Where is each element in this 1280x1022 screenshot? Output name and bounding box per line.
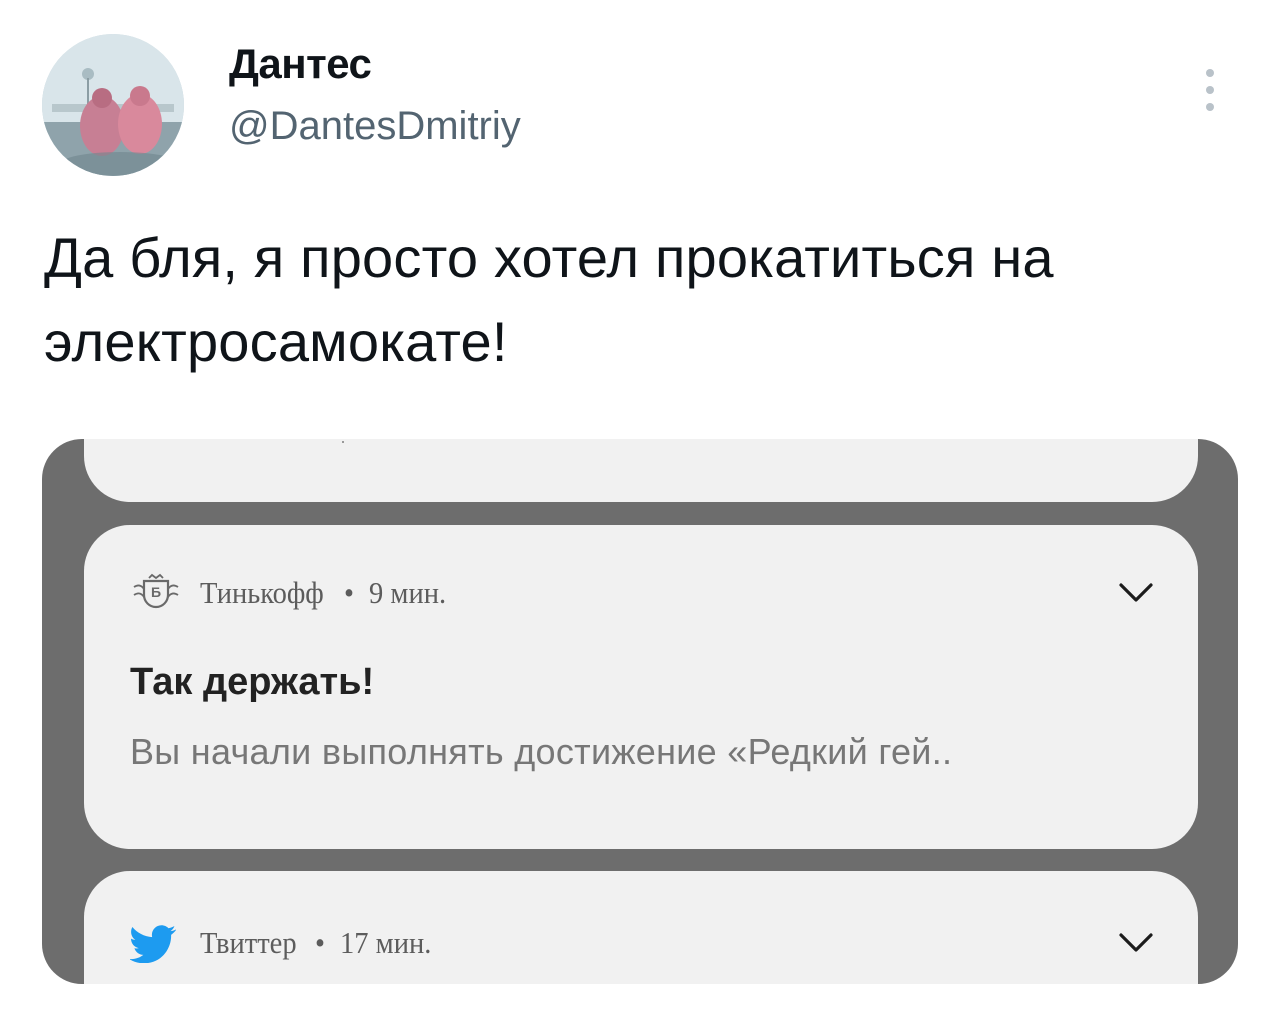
tinkoff-logo-icon: Б <box>130 573 182 613</box>
divider <box>342 441 344 443</box>
avatar[interactable] <box>42 34 184 176</box>
vertical-ellipsis-icon <box>1206 69 1214 77</box>
notification-title: Так держать! <box>130 661 375 703</box>
notification-app-name: Твиттер <box>200 925 297 960</box>
tweet-image[interactable]: Б Тинькофф • 9 мин. Так держать! Вы нача… <box>42 439 1238 984</box>
notification-age: 9 мин. <box>369 575 447 610</box>
notification-separator: • <box>344 575 355 610</box>
svg-text:Б: Б <box>151 584 161 600</box>
notification-body: Вы начали выполнять достижение «Редкий г… <box>130 731 953 772</box>
chevron-down-icon <box>1118 581 1154 605</box>
notification-card-previous <box>84 439 1198 502</box>
twitter-bird-icon <box>130 923 182 963</box>
tweet-text: Да бля, я просто хотел прокатиться на эл… <box>44 226 1054 373</box>
notification-separator: • <box>314 925 325 960</box>
notification-card-twitter: Твиттер • 17 мин. <box>84 871 1198 984</box>
notification-header: Твиттер • 17 мин. <box>130 923 439 963</box>
notification-card-tinkoff: Б Тинькофф • 9 мин. Так держать! Вы нача… <box>84 525 1198 849</box>
vertical-ellipsis-icon <box>1206 103 1214 111</box>
vertical-ellipsis-icon <box>1206 86 1214 94</box>
notification-app-name: Тинькофф <box>200 575 324 610</box>
notification-header: Б Тинькофф • 9 мин. <box>130 573 453 613</box>
notification-age: 17 мин. <box>339 925 432 960</box>
profile-photo <box>42 34 184 176</box>
author-name[interactable]: Дантес <box>229 40 372 88</box>
chevron-down-icon <box>1118 931 1154 955</box>
author-handle[interactable]: @DantesDmitriy <box>229 104 521 149</box>
more-options-button[interactable] <box>1190 62 1230 118</box>
